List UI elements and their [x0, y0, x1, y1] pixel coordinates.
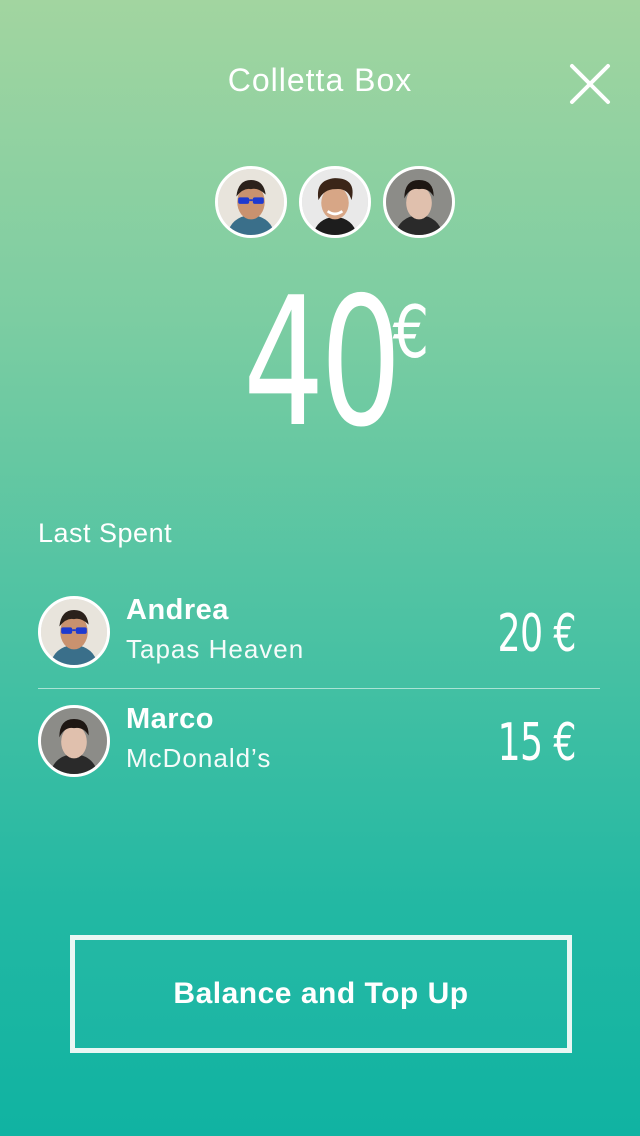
list-item[interactable]: Andrea Tapas Heaven 20 €: [38, 590, 600, 689]
spent-place: McDonald’s: [126, 743, 272, 773]
avatar[interactable]: [383, 166, 455, 238]
avatar-sunglasses-icon: [41, 599, 107, 665]
avatar: [38, 705, 110, 777]
avatar-dark-hair-icon: [41, 708, 107, 774]
spent-amount: 20 €: [497, 604, 577, 664]
spender-name: Andrea: [126, 594, 229, 626]
list-item[interactable]: Marco McDonald’s 15 €: [38, 689, 600, 785]
group-members: [215, 166, 461, 242]
last-spent-list: Andrea Tapas Heaven 20 € Marco McDonald’…: [38, 590, 600, 785]
balance-amount: 40: [242, 259, 402, 466]
spent-place: Tapas Heaven: [126, 634, 305, 664]
balance-top-up-button[interactable]: Balance and Top Up: [70, 935, 572, 1053]
close-icon: [570, 64, 610, 104]
close-button[interactable]: [568, 62, 612, 106]
balance-display: 40 €: [0, 268, 640, 458]
spender-name: Marco: [126, 703, 214, 735]
avatar-curly-hair-icon: [302, 169, 368, 235]
last-spent-heading: Last Spent: [38, 518, 173, 548]
avatar: [38, 596, 110, 668]
spent-amount: 15 €: [497, 713, 577, 773]
page-title: Colletta Box: [227, 62, 413, 98]
avatar[interactable]: [215, 166, 287, 238]
avatar[interactable]: [299, 166, 371, 238]
balance-currency: €: [392, 290, 430, 374]
avatar-dark-hair-icon: [386, 169, 452, 235]
avatar-sunglasses-icon: [218, 169, 284, 235]
